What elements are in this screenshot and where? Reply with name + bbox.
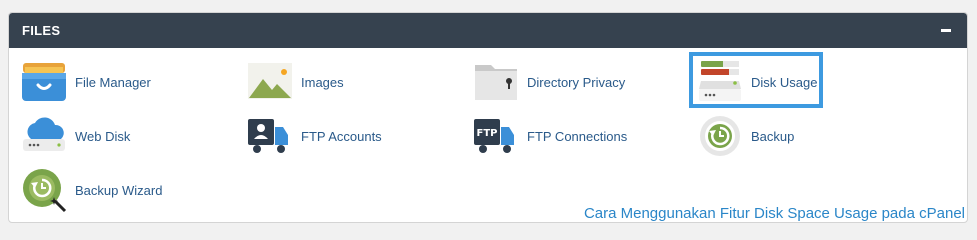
ftp-accounts-link[interactable]: FTP Accounts: [247, 113, 382, 159]
images-link[interactable]: Images: [247, 59, 344, 105]
ftp-connections-link[interactable]: FTP FTP Connections: [473, 113, 627, 159]
ftp-connections-icon: FTP: [473, 113, 519, 159]
web-disk-label: Web Disk: [75, 128, 131, 144]
directory-privacy-label: Directory Privacy: [527, 74, 626, 90]
backup-icon: [697, 113, 743, 159]
file-manager-icon: [21, 59, 67, 105]
web-disk-link[interactable]: Web Disk: [21, 113, 130, 159]
images-label: Images: [301, 74, 344, 90]
file-manager-label: File Manager: [75, 74, 151, 90]
directory-privacy-link[interactable]: Directory Privacy: [473, 59, 625, 105]
web-disk-icon: [21, 113, 67, 159]
backup-wizard-icon: [21, 167, 67, 213]
section-title: FILES: [22, 23, 61, 38]
backup-wizard-link[interactable]: Backup Wizard: [21, 167, 162, 213]
minus-icon[interactable]: [938, 22, 954, 38]
backup-wizard-label: Backup Wizard: [75, 182, 163, 198]
images-icon: [247, 59, 293, 105]
directory-privacy-icon: [473, 59, 519, 105]
ftp-connections-label: FTP Connections: [527, 128, 628, 144]
svg-text:FTP: FTP: [477, 128, 498, 139]
ftp-accounts-icon: [247, 113, 293, 159]
disk-usage-highlight: [689, 52, 823, 108]
caption-text: Cara Menggunakan Fitur Disk Space Usage …: [583, 205, 965, 222]
panel-header[interactable]: FILES: [9, 13, 967, 48]
ftp-accounts-label: FTP Accounts: [301, 128, 382, 144]
backup-link[interactable]: Backup: [697, 113, 794, 159]
file-manager-link[interactable]: File Manager: [21, 59, 151, 105]
backup-label: Backup: [751, 128, 795, 144]
